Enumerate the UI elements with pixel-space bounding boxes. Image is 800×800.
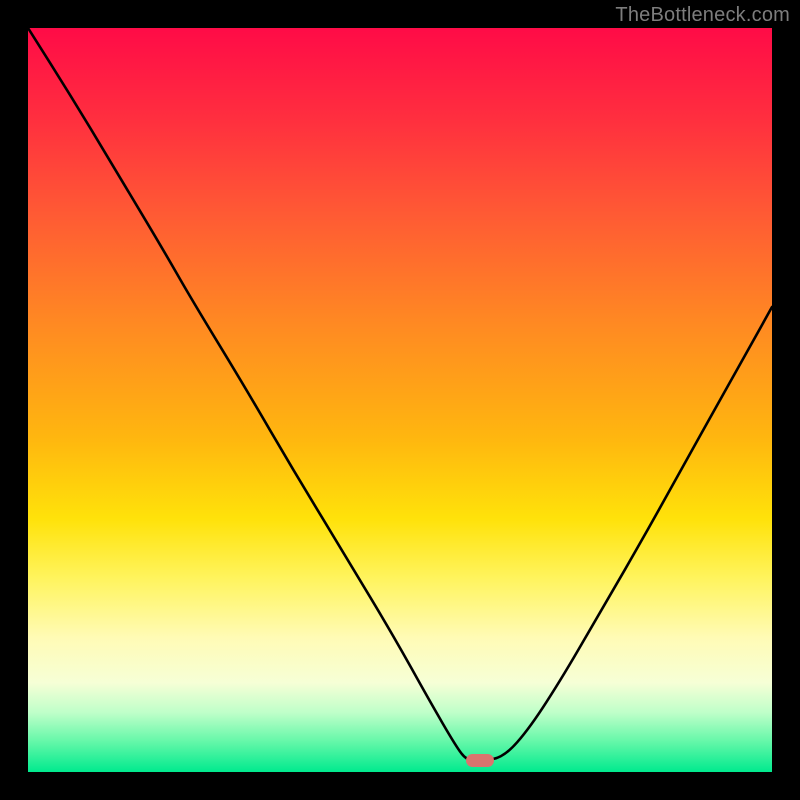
optimal-marker bbox=[466, 754, 494, 767]
plot-area bbox=[28, 28, 772, 772]
bottleneck-curve bbox=[28, 28, 772, 772]
watermark-text: TheBottleneck.com bbox=[615, 4, 790, 27]
chart-frame: TheBottleneck.com bbox=[0, 0, 800, 800]
